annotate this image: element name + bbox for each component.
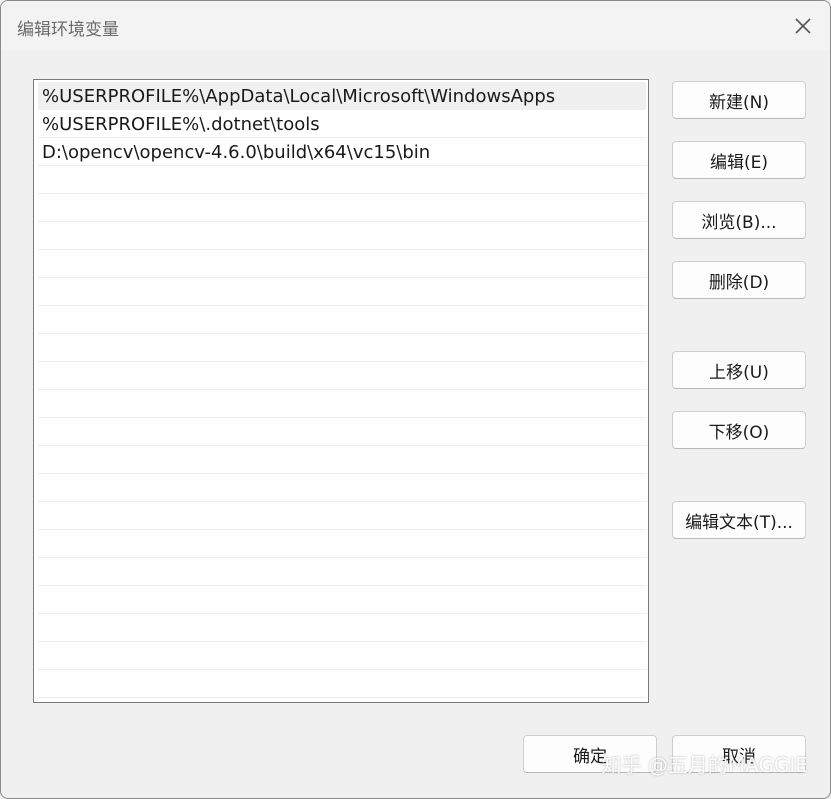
- empty-row[interactable]: [38, 558, 646, 586]
- close-button[interactable]: [790, 13, 816, 39]
- move-down-button[interactable]: 下移(O): [672, 411, 806, 449]
- delete-button[interactable]: 删除(D): [672, 261, 806, 299]
- edit-environment-variable-dialog: 编辑环境变量 %USERPROFILE%\AppData\Local\Micro…: [0, 0, 831, 799]
- path-list-item[interactable]: %USERPROFILE%\AppData\Local\Microsoft\Wi…: [38, 82, 646, 110]
- path-value: %USERPROFILE%\.dotnet\tools: [42, 114, 320, 135]
- empty-row[interactable]: [38, 502, 646, 530]
- empty-row[interactable]: [38, 614, 646, 642]
- title-bar: 编辑环境变量: [1, 1, 830, 51]
- empty-row[interactable]: [38, 278, 646, 306]
- browse-button[interactable]: 浏览(B)...: [672, 201, 806, 239]
- empty-row[interactable]: [38, 586, 646, 614]
- new-button[interactable]: 新建(N): [672, 81, 806, 119]
- empty-row[interactable]: [38, 530, 646, 558]
- path-list-item[interactable]: %USERPROFILE%\.dotnet\tools: [38, 110, 646, 138]
- empty-row[interactable]: [38, 670, 646, 698]
- empty-row[interactable]: [38, 446, 646, 474]
- close-icon: [795, 18, 811, 34]
- path-list[interactable]: %USERPROFILE%\AppData\Local\Microsoft\Wi…: [33, 79, 649, 703]
- ok-button[interactable]: 确定: [523, 735, 657, 773]
- path-value: D:\opencv\opencv-4.6.0\build\x64\vc15\bi…: [42, 142, 431, 163]
- edit-button[interactable]: 编辑(E): [672, 141, 806, 179]
- cancel-button[interactable]: 取消: [672, 735, 806, 773]
- empty-row[interactable]: [38, 418, 646, 446]
- move-up-button[interactable]: 上移(U): [672, 351, 806, 389]
- empty-row[interactable]: [38, 250, 646, 278]
- empty-row[interactable]: [38, 194, 646, 222]
- empty-row[interactable]: [38, 642, 646, 670]
- empty-row[interactable]: [38, 334, 646, 362]
- path-list-item[interactable]: D:\opencv\opencv-4.6.0\build\x64\vc15\bi…: [38, 138, 646, 166]
- empty-row[interactable]: [38, 166, 646, 194]
- empty-row[interactable]: [38, 390, 646, 418]
- edit-text-button[interactable]: 编辑文本(T)...: [672, 501, 806, 539]
- empty-row[interactable]: [38, 222, 646, 250]
- empty-row[interactable]: [38, 362, 646, 390]
- empty-row[interactable]: [38, 474, 646, 502]
- path-value: %USERPROFILE%\AppData\Local\Microsoft\Wi…: [42, 86, 556, 107]
- window-title: 编辑环境变量: [17, 20, 119, 40]
- empty-row[interactable]: [38, 306, 646, 334]
